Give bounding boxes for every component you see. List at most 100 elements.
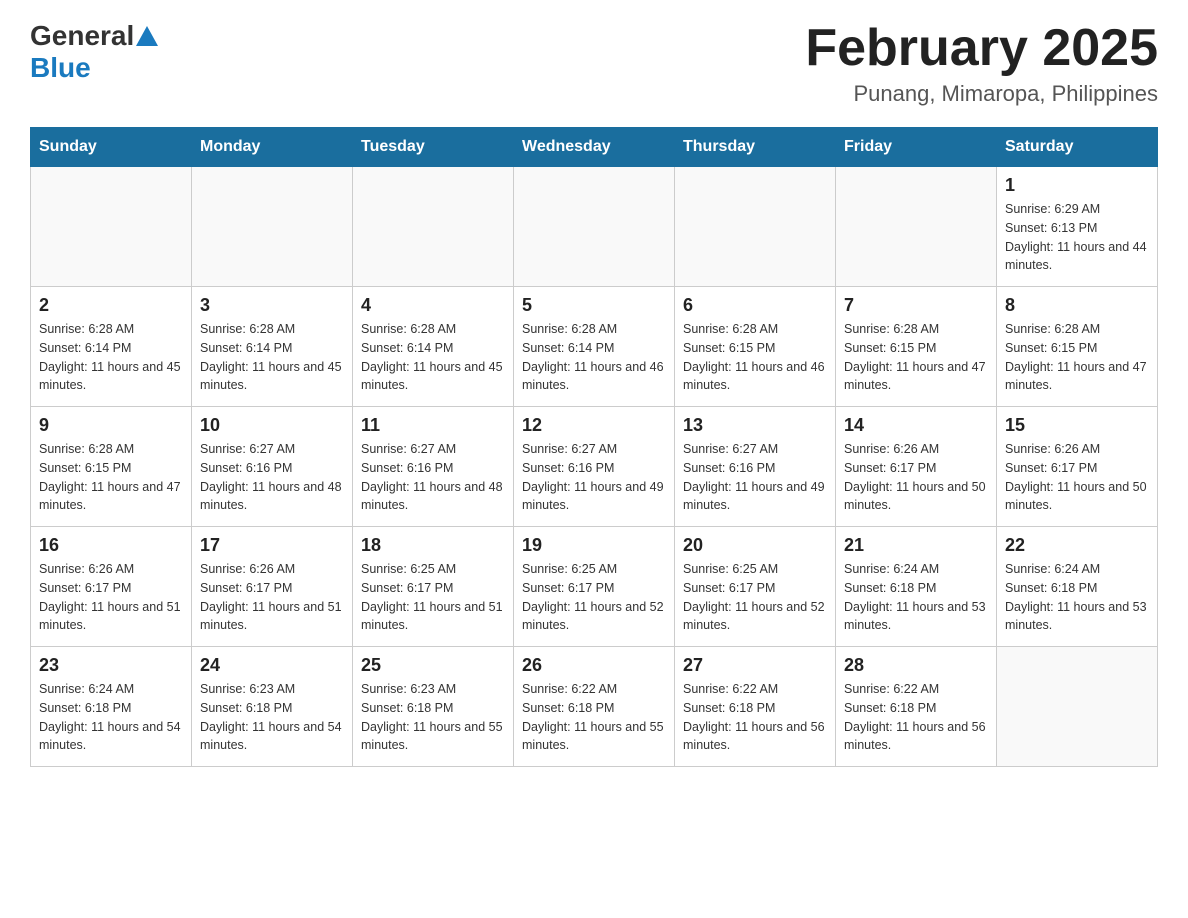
- calendar-cell: 3Sunrise: 6:28 AMSunset: 6:14 PMDaylight…: [192, 287, 353, 407]
- weekday-header-thursday: Thursday: [675, 128, 836, 167]
- calendar-cell: 2 Sunrise: 6:28 AMSunset: 6:14 PMDaylight…: [31, 287, 192, 407]
- month-title: February 2025: [805, 20, 1158, 77]
- calendar-cell: 11 Sunrise: 6:27 AMSunset: 6:16 PMDayligh…: [353, 407, 514, 527]
- calendar-cell: [353, 167, 514, 287]
- calendar-cell: 25 Sunrise: 6:23 AMSunset: 6:18 PMDayligh…: [353, 647, 514, 767]
- page-header: General Blue February 2025 Punang, Mimar…: [30, 20, 1158, 107]
- calendar-cell: 19 Sunrise: 6:25 AMSunset: 6:17 PMDayligh…: [514, 527, 675, 647]
- day-number: 9: [39, 415, 183, 436]
- day-number: 22: [1005, 535, 1149, 556]
- calendar-cell: 23 Sunrise: 6:24 AMSunset: 6:18 PMDayligh…: [31, 647, 192, 767]
- day-number: 14: [844, 415, 988, 436]
- day-info: Sunrise: 6:27 AMSunset: 6:16 PMDaylight:…: [683, 440, 827, 515]
- day-info: Sunrise: 6:25 AMSunset: 6:17 PMDaylight:…: [522, 560, 666, 635]
- weekday-header-row: SundayMondayTuesdayWednesdayThursdayFrid…: [31, 128, 1158, 167]
- day-number: 20: [683, 535, 827, 556]
- day-info: Sunrise: 6:24 AMSunset: 6:18 PMDaylight:…: [844, 560, 988, 635]
- day-number: 1: [1005, 175, 1149, 196]
- day-number: 28: [844, 655, 988, 676]
- day-info: Sunrise: 6:25 AMSunset: 6:17 PMDaylight:…: [683, 560, 827, 635]
- calendar-cell: [192, 167, 353, 287]
- day-info: Sunrise: 6:28 AMSunset: 6:14 PMDaylight:…: [522, 320, 666, 395]
- day-number: 27: [683, 655, 827, 676]
- day-info: Sunrise: 6:28 AMSunset: 6:15 PMDaylight:…: [844, 320, 988, 395]
- logo: General Blue: [30, 20, 158, 84]
- day-info: Sunrise: 6:24 AMSunset: 6:18 PMDaylight:…: [39, 680, 183, 755]
- calendar-cell: 4 Sunrise: 6:28 AMSunset: 6:14 PMDaylight…: [353, 287, 514, 407]
- day-number: 8: [1005, 295, 1149, 316]
- day-number: 17: [200, 535, 344, 556]
- day-number: 12: [522, 415, 666, 436]
- calendar-cell: 17 Sunrise: 6:26 AMSunset: 6:17 PMDayligh…: [192, 527, 353, 647]
- week-row-1: 1 Sunrise: 6:29 AMSunset: 6:13 PMDaylight…: [31, 167, 1158, 287]
- calendar-cell: 8 Sunrise: 6:28 AMSunset: 6:15 PMDaylight…: [997, 287, 1158, 407]
- calendar-cell: 15Sunrise: 6:26 AMSunset: 6:17 PMDayligh…: [997, 407, 1158, 527]
- day-info: Sunrise: 6:26 AMSunset: 6:17 PMDaylight:…: [1005, 440, 1149, 515]
- day-info: Sunrise: 6:26 AMSunset: 6:17 PMDaylight:…: [39, 560, 183, 635]
- week-row-3: 9 Sunrise: 6:28 AMSunset: 6:15 PMDaylight…: [31, 407, 1158, 527]
- calendar-cell: [675, 167, 836, 287]
- calendar-cell: [997, 647, 1158, 767]
- day-info: Sunrise: 6:27 AMSunset: 6:16 PMDaylight:…: [200, 440, 344, 515]
- day-number: 26: [522, 655, 666, 676]
- day-number: 24: [200, 655, 344, 676]
- calendar-cell: 12 Sunrise: 6:27 AMSunset: 6:16 PMDayligh…: [514, 407, 675, 527]
- calendar-cell: 22 Sunrise: 6:24 AMSunset: 6:18 PMDayligh…: [997, 527, 1158, 647]
- logo-blue-text: Blue: [30, 52, 91, 83]
- calendar-cell: 20 Sunrise: 6:25 AMSunset: 6:17 PMDayligh…: [675, 527, 836, 647]
- day-info: Sunrise: 6:28 AMSunset: 6:15 PMDaylight:…: [1005, 320, 1149, 395]
- location-subtitle: Punang, Mimaropa, Philippines: [805, 81, 1158, 107]
- day-info: Sunrise: 6:26 AMSunset: 6:17 PMDaylight:…: [844, 440, 988, 515]
- weekday-header-saturday: Saturday: [997, 128, 1158, 167]
- day-number: 23: [39, 655, 183, 676]
- calendar-cell: 10 Sunrise: 6:27 AMSunset: 6:16 PMDayligh…: [192, 407, 353, 527]
- weekday-header-friday: Friday: [836, 128, 997, 167]
- calendar-cell: 5 Sunrise: 6:28 AMSunset: 6:14 PMDaylight…: [514, 287, 675, 407]
- weekday-header-tuesday: Tuesday: [353, 128, 514, 167]
- day-number: 19: [522, 535, 666, 556]
- calendar-table: SundayMondayTuesdayWednesdayThursdayFrid…: [30, 127, 1158, 767]
- day-number: 25: [361, 655, 505, 676]
- logo-triangle-icon: [136, 26, 158, 46]
- day-info: Sunrise: 6:25 AMSunset: 6:17 PMDaylight:…: [361, 560, 505, 635]
- day-number: 18: [361, 535, 505, 556]
- day-number: 10: [200, 415, 344, 436]
- calendar-cell: 1 Sunrise: 6:29 AMSunset: 6:13 PMDaylight…: [997, 167, 1158, 287]
- day-number: 13: [683, 415, 827, 436]
- day-number: 5: [522, 295, 666, 316]
- calendar-cell: [836, 167, 997, 287]
- day-info: Sunrise: 6:22 AMSunset: 6:18 PMDaylight:…: [683, 680, 827, 755]
- day-number: 6: [683, 295, 827, 316]
- calendar-cell: 28 Sunrise: 6:22 AMSunset: 6:18 PMDayligh…: [836, 647, 997, 767]
- day-info: Sunrise: 6:22 AMSunset: 6:18 PMDaylight:…: [844, 680, 988, 755]
- day-info: Sunrise: 6:23 AMSunset: 6:18 PMDaylight:…: [361, 680, 505, 755]
- day-number: 4: [361, 295, 505, 316]
- calendar-cell: 21 Sunrise: 6:24 AMSunset: 6:18 PMDayligh…: [836, 527, 997, 647]
- day-info: Sunrise: 6:29 AMSunset: 6:13 PMDaylight:…: [1005, 200, 1149, 275]
- day-info: Sunrise: 6:28 AMSunset: 6:14 PMDaylight:…: [200, 320, 344, 395]
- day-number: 2: [39, 295, 183, 316]
- day-number: 7: [844, 295, 988, 316]
- day-info: Sunrise: 6:24 AMSunset: 6:18 PMDaylight:…: [1005, 560, 1149, 635]
- day-info: Sunrise: 6:28 AMSunset: 6:15 PMDaylight:…: [39, 440, 183, 515]
- day-info: Sunrise: 6:28 AMSunset: 6:15 PMDaylight:…: [683, 320, 827, 395]
- calendar-cell: [514, 167, 675, 287]
- day-info: Sunrise: 6:28 AMSunset: 6:14 PMDaylight:…: [39, 320, 183, 395]
- week-row-5: 23 Sunrise: 6:24 AMSunset: 6:18 PMDayligh…: [31, 647, 1158, 767]
- calendar-cell: 18 Sunrise: 6:25 AMSunset: 6:17 PMDayligh…: [353, 527, 514, 647]
- calendar-cell: 13 Sunrise: 6:27 AMSunset: 6:16 PMDayligh…: [675, 407, 836, 527]
- day-info: Sunrise: 6:26 AMSunset: 6:17 PMDaylight:…: [200, 560, 344, 635]
- day-info: Sunrise: 6:28 AMSunset: 6:14 PMDaylight:…: [361, 320, 505, 395]
- day-info: Sunrise: 6:27 AMSunset: 6:16 PMDaylight:…: [361, 440, 505, 515]
- logo-general-text: General: [30, 20, 134, 52]
- title-section: February 2025 Punang, Mimaropa, Philippi…: [805, 20, 1158, 107]
- weekday-header-monday: Monday: [192, 128, 353, 167]
- calendar-cell: 9 Sunrise: 6:28 AMSunset: 6:15 PMDaylight…: [31, 407, 192, 527]
- calendar-cell: 6 Sunrise: 6:28 AMSunset: 6:15 PMDaylight…: [675, 287, 836, 407]
- day-info: Sunrise: 6:23 AMSunset: 6:18 PMDaylight:…: [200, 680, 344, 755]
- day-info: Sunrise: 6:27 AMSunset: 6:16 PMDaylight:…: [522, 440, 666, 515]
- day-number: 11: [361, 415, 505, 436]
- calendar-cell: 24 Sunrise: 6:23 AMSunset: 6:18 PMDayligh…: [192, 647, 353, 767]
- day-number: 21: [844, 535, 988, 556]
- day-number: 16: [39, 535, 183, 556]
